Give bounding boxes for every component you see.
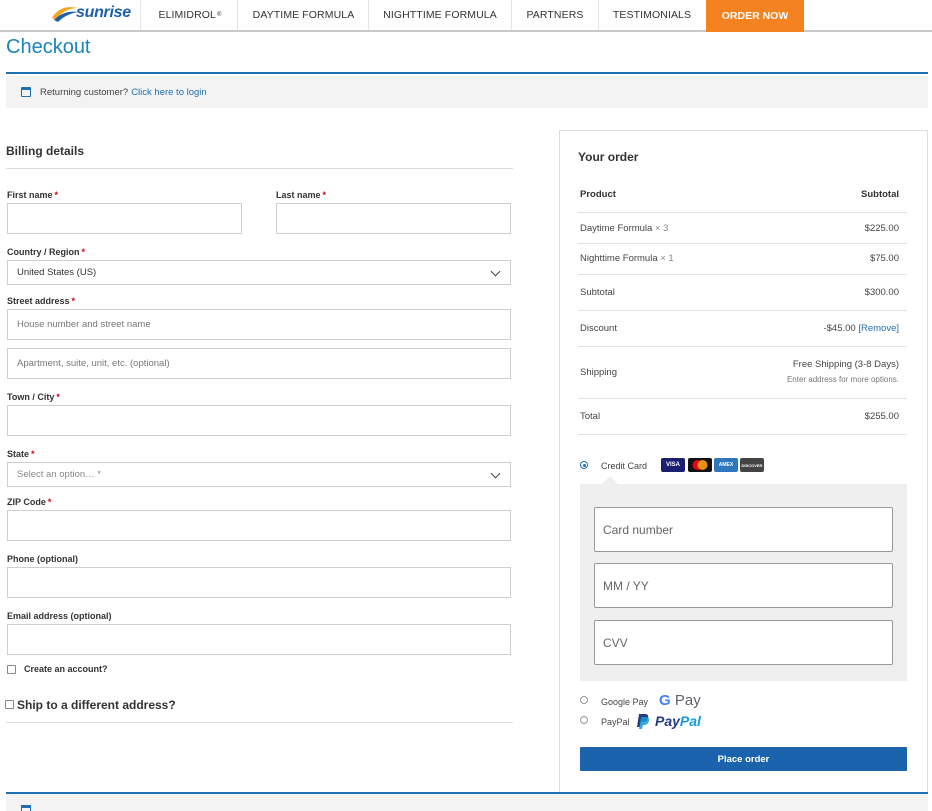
nav-item-elimidrol[interactable]: ELIMIDROL ® — [146, 0, 234, 30]
discover-icon: DISCOVER — [740, 458, 764, 472]
page-title: Checkout — [6, 36, 91, 58]
country-label: Country / Region * — [7, 247, 86, 257]
ship-different-label: Ship to a different address? — [17, 698, 176, 712]
nav-item-daytime-formula[interactable]: DAYTIME FORMULA — [240, 0, 367, 30]
sunrise-logo[interactable]: sunrise — [50, 2, 140, 24]
state-select[interactable]: Select an option… * — [7, 462, 511, 487]
title-divider — [6, 72, 928, 74]
order-title: Your order — [578, 150, 639, 164]
login-link[interactable]: Click here to login — [131, 87, 207, 98]
first-name-field[interactable] — [7, 203, 242, 234]
city-field[interactable] — [7, 405, 511, 436]
order-now-button[interactable]: ORDER NOW — [706, 0, 804, 32]
create-account-checkbox[interactable] — [7, 665, 16, 674]
remove-discount-link[interactable]: [Remove] — [858, 323, 899, 334]
order-table-header: Product Subtotal — [578, 182, 907, 213]
mastercard-icon — [688, 458, 712, 472]
subtotal-row: Subtotal $300.00 — [578, 275, 907, 311]
credit-card-radio[interactable] — [580, 461, 588, 469]
amex-icon: AMEX — [714, 458, 738, 472]
returning-customer-notice: Returning customer? Click here to login — [6, 76, 928, 108]
chevron-down-icon — [490, 266, 501, 277]
order-item-row: Nighttime Formula × 1 $75.00 — [578, 244, 907, 275]
phone-field[interactable] — [7, 567, 511, 598]
billing-divider — [6, 168, 513, 169]
city-label: Town / City * — [7, 392, 60, 402]
country-select[interactable]: United States (US) — [7, 260, 511, 285]
street-address-label: Street address * — [7, 296, 76, 306]
top-nav: sunrise ELIMIDROL ® DAYTIME FORMULA NIGHT… — [0, 0, 932, 32]
email-label: Email address (optional) — [7, 611, 112, 621]
last-name-label: Last name * — [276, 190, 327, 200]
street-address-2-field[interactable]: Apartment, suite, unit, etc. (optional) — [7, 348, 511, 379]
paypal-radio[interactable] — [580, 716, 588, 724]
last-name-field[interactable] — [276, 203, 511, 234]
create-account-label: Create an account? — [24, 664, 108, 674]
google-pay-label: Google Pay — [601, 697, 649, 707]
card-number-input[interactable]: Card number — [594, 507, 893, 552]
email-field[interactable] — [7, 624, 511, 655]
total-row: Total $255.00 — [578, 399, 907, 435]
discount-row: Discount -$45.00 [Remove] — [578, 311, 907, 347]
first-name-label: First name * — [7, 190, 59, 200]
nav-item-partners[interactable]: PARTNERS — [513, 0, 597, 30]
chevron-down-icon — [490, 468, 501, 479]
logo-text: sunrise — [76, 4, 131, 21]
paypal-icon: Pay Pal — [637, 713, 701, 729]
visa-icon: VISA — [661, 458, 685, 472]
street-address-field[interactable]: House number and street name — [7, 309, 511, 340]
card-cvv-input[interactable]: CVV — [594, 620, 893, 665]
zip-field[interactable] — [7, 510, 511, 541]
google-pay-radio[interactable] — [580, 696, 588, 704]
state-label: State * — [7, 449, 35, 459]
calendar-icon — [21, 87, 31, 97]
nav-item-testimonials[interactable]: TESTIMONIALS — [600, 0, 704, 30]
paypal-label: PayPal — [601, 717, 630, 727]
phone-label: Phone (optional) — [7, 554, 78, 564]
calendar-icon — [21, 805, 31, 811]
shipping-row: Shipping Free Shipping (3-8 Days) Enter a… — [578, 347, 907, 399]
google-pay-icon: G Pay — [659, 692, 701, 709]
card-expiry-input[interactable]: MM / YY — [594, 563, 893, 608]
nav-item-nighttime-formula[interactable]: NIGHTTIME FORMULA — [370, 0, 510, 30]
credit-card-label: Credit Card — [601, 461, 648, 471]
returning-customer-text: Returning customer? — [40, 86, 129, 98]
ship-different-checkbox[interactable] — [5, 700, 14, 709]
place-order-button[interactable]: Place order — [580, 747, 907, 771]
bottom-notice — [6, 794, 928, 811]
order-item-row: Daytime Formula × 3 $225.00 — [578, 213, 907, 244]
billing-details-title: Billing details — [6, 144, 85, 158]
zip-label: ZIP Code * — [7, 497, 52, 507]
shipping-divider — [6, 722, 513, 723]
